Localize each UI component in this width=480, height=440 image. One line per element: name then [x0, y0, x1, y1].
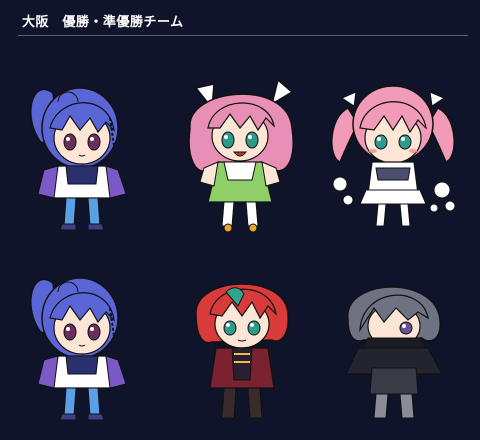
- character-grid: [18, 58, 468, 428]
- character-illustration: [331, 85, 456, 227]
- character-pink-twintails: [318, 58, 468, 238]
- page: 大阪 優勝・準優勝チーム: [0, 0, 480, 440]
- character-illustration: [195, 283, 289, 419]
- character-blue-ponytail: [18, 58, 168, 238]
- character-pink-wavy: [168, 58, 318, 238]
- character-red-braid: [168, 248, 318, 428]
- character-illustration: [30, 277, 127, 421]
- section-title: 大阪 優勝・準優勝チーム: [22, 15, 184, 30]
- character-illustration: [188, 78, 294, 233]
- character-blue-ponytail: [18, 248, 168, 428]
- character-illustration: [30, 87, 127, 231]
- section-header: 大阪 優勝・準優勝チーム: [18, 9, 468, 36]
- character-gray-masked: [318, 248, 468, 428]
- character-illustration: [345, 286, 444, 419]
